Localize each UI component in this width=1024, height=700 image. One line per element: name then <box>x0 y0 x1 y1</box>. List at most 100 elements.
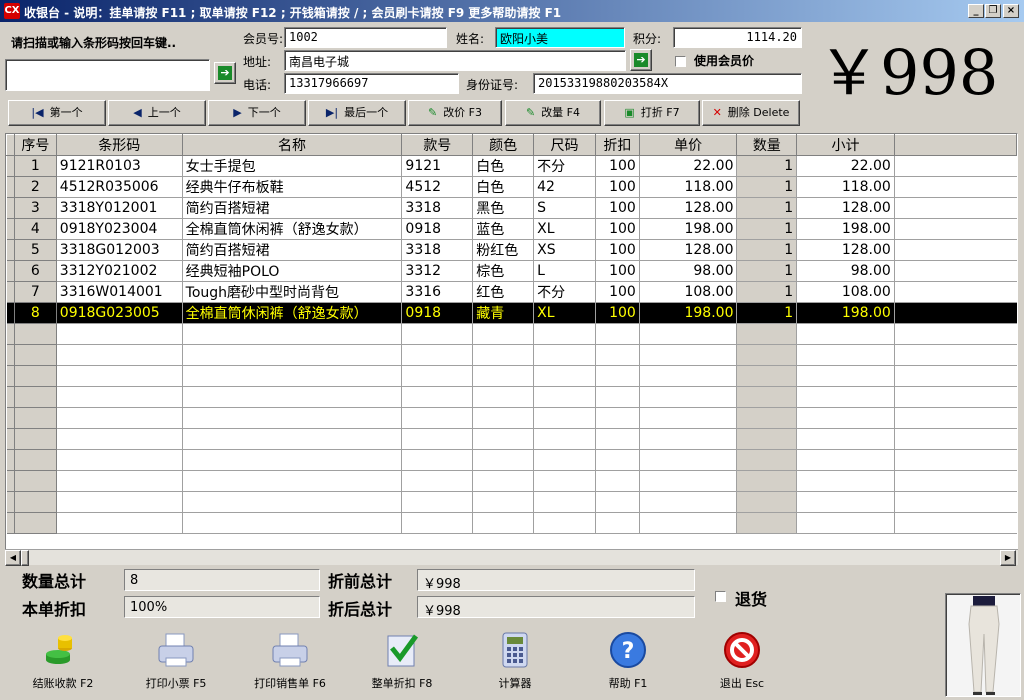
table-cell[interactable]: 4 <box>14 218 57 240</box>
whole-discount-button[interactable]: 整单折扣 F8 <box>352 628 452 690</box>
table-cell[interactable]: 100 <box>595 197 640 219</box>
help-button[interactable]: ? 帮助 F1 <box>578 628 678 690</box>
table-cell[interactable]: 全棉直筒休闲裤（舒逸女款） <box>182 218 403 240</box>
table-cell[interactable]: 100 <box>595 281 640 303</box>
table-cell[interactable]: XS <box>533 239 596 261</box>
table-cell[interactable]: 108.00 <box>796 281 895 303</box>
table-cell[interactable]: 3318G012003 <box>56 239 183 261</box>
table-cell[interactable]: 经典短袖POLO <box>182 260 403 282</box>
member-name-field[interactable]: 欧阳小美 <box>495 27 625 48</box>
table-cell[interactable]: 128.00 <box>796 197 895 219</box>
column-header[interactable]: 数量 <box>736 134 798 156</box>
column-header[interactable]: 名称 <box>181 134 403 156</box>
table-cell[interactable]: 1 <box>736 176 798 198</box>
table-cell[interactable]: 4512 <box>401 176 474 198</box>
table-cell[interactable]: 42 <box>533 176 596 198</box>
table-cell[interactable]: 0918 <box>401 218 474 240</box>
checkout-button[interactable]: 结账收款 F2 <box>13 628 113 690</box>
table-row[interactable]: 3 3318Y012001 简约百搭短裙 3318 黑色 S 100 128.00 1 128.0… <box>6 197 1017 219</box>
table-cell[interactable]: 118.00 <box>639 176 738 198</box>
table-cell[interactable]: 8 <box>14 302 57 324</box>
table-cell[interactable]: 9121 <box>401 155 474 177</box>
table-cell[interactable]: 100 <box>595 302 640 324</box>
table-cell[interactable]: 3312Y021002 <box>56 260 183 282</box>
table-cell[interactable]: 118.00 <box>796 176 895 198</box>
member-go-button[interactable]: ➔ <box>630 49 652 71</box>
table-cell[interactable]: 棕色 <box>472 260 535 282</box>
address-field[interactable]: 南昌电子城 <box>284 50 626 71</box>
table-cell[interactable]: 3312 <box>401 260 474 282</box>
calculator-button[interactable]: 计算器 <box>465 628 565 690</box>
table-cell[interactable]: 1 <box>736 281 798 303</box>
idcard-field[interactable]: 20153319880203584X <box>533 73 802 94</box>
table-cell[interactable]: 22.00 <box>639 155 738 177</box>
discount-button[interactable]: ▣ 打折 F7 <box>604 100 700 126</box>
table-row[interactable]: 5 3318G012003 简约百搭短裙 3318 粉红色 XS 100 128.00 1 128… <box>6 239 1017 261</box>
table-row[interactable]: 8 0918G023005 全棉直筒休闲裤（舒逸女款） 0918 藏青 XL 100 198.… <box>6 302 1017 324</box>
table-cell[interactable]: 简约百搭短裙 <box>182 239 403 261</box>
table-cell[interactable]: 3318Y012001 <box>56 197 183 219</box>
table-row[interactable]: 6 3312Y021002 经典短袖POLO 3312 棕色 L 100 98.00 1 98.0… <box>6 260 1017 282</box>
table-cell[interactable]: 7 <box>14 281 57 303</box>
table-cell[interactable]: 98.00 <box>796 260 895 282</box>
table-cell[interactable]: 红色 <box>472 281 535 303</box>
restore-icon[interactable]: ❐ <box>985 4 1001 18</box>
table-cell[interactable]: 1 <box>736 239 798 261</box>
table-row[interactable]: 2 4512R035006 经典牛仔布板鞋 4512 白色 42 100 118.00 1 118… <box>6 176 1017 198</box>
table-cell[interactable]: XL <box>533 302 596 324</box>
table-cell[interactable]: 100 <box>595 218 640 240</box>
table-cell[interactable]: 198.00 <box>639 302 738 324</box>
table-cell[interactable]: 1 <box>14 155 57 177</box>
column-header[interactable]: 尺码 <box>533 134 596 156</box>
print-sales-button[interactable]: 打印销售单 F6 <box>240 628 340 690</box>
member-id-field[interactable]: 1002 <box>284 27 447 48</box>
table-cell[interactable]: 198.00 <box>796 218 895 240</box>
barcode-go-button[interactable]: ➔ <box>214 62 236 84</box>
table-cell[interactable]: 白色 <box>472 155 535 177</box>
table-cell[interactable]: 粉红色 <box>472 239 535 261</box>
scroll-thumb[interactable] <box>21 550 29 566</box>
table-cell[interactable]: 22.00 <box>796 155 895 177</box>
close-icon[interactable]: × <box>1003 4 1019 18</box>
next-button[interactable]: ▶ 下一个 <box>208 100 306 126</box>
table-cell[interactable]: 128.00 <box>639 197 738 219</box>
table-cell[interactable]: 3318 <box>401 239 474 261</box>
table-cell[interactable]: 3 <box>14 197 57 219</box>
table-row[interactable]: 1 9121R0103 女士手提包 9121 白色 不分 100 22.00 1 22.00 <box>6 155 1017 177</box>
table-cell[interactable]: 1 <box>736 197 798 219</box>
minimize-icon[interactable]: _ <box>968 4 984 18</box>
table-cell[interactable]: 100 <box>595 260 640 282</box>
table-cell[interactable]: 100 <box>595 176 640 198</box>
table-cell[interactable]: L <box>533 260 596 282</box>
table-cell[interactable]: 128.00 <box>796 239 895 261</box>
scroll-left-icon[interactable]: ◀ <box>5 550 21 566</box>
table-cell[interactable]: 1 <box>736 155 798 177</box>
column-header[interactable]: 条形码 <box>55 134 183 156</box>
table-cell[interactable]: 黑色 <box>472 197 535 219</box>
table-cell[interactable]: XL <box>533 218 596 240</box>
table-cell[interactable]: 不分 <box>533 281 596 303</box>
table-cell[interactable]: 128.00 <box>639 239 738 261</box>
table-row[interactable]: 4 0918Y023004 全棉直筒休闲裤（舒逸女款） 0918 蓝色 XL 100 198.… <box>6 218 1017 240</box>
table-cell[interactable]: 198.00 <box>639 218 738 240</box>
prev-button[interactable]: ◀ 上一个 <box>108 100 206 126</box>
table-cell[interactable]: 3318 <box>401 197 474 219</box>
table-cell[interactable]: 108.00 <box>639 281 738 303</box>
table-cell[interactable]: 6 <box>14 260 57 282</box>
column-header[interactable]: 小计 <box>796 134 895 156</box>
scroll-right-icon[interactable]: ▶ <box>1000 550 1016 566</box>
column-header[interactable]: 序号 <box>13 134 57 156</box>
column-header[interactable]: 单价 <box>638 134 738 156</box>
first-button[interactable]: |◀ 第一个 <box>8 100 106 126</box>
column-header[interactable]: 折扣 <box>594 134 640 156</box>
table-cell[interactable]: 100 <box>595 239 640 261</box>
table-cell[interactable]: 女士手提包 <box>182 155 403 177</box>
table-cell[interactable]: 1 <box>736 302 798 324</box>
table-cell[interactable]: 简约百搭短裙 <box>182 197 403 219</box>
points-field[interactable]: 1114.20 <box>673 27 802 48</box>
table-cell[interactable]: 0918 <box>401 302 474 324</box>
return-checkbox[interactable] <box>715 591 726 602</box>
table-cell[interactable]: S <box>533 197 596 219</box>
table-cell[interactable]: 不分 <box>533 155 596 177</box>
horizontal-scrollbar[interactable]: ◀ ▶ <box>5 549 1018 566</box>
